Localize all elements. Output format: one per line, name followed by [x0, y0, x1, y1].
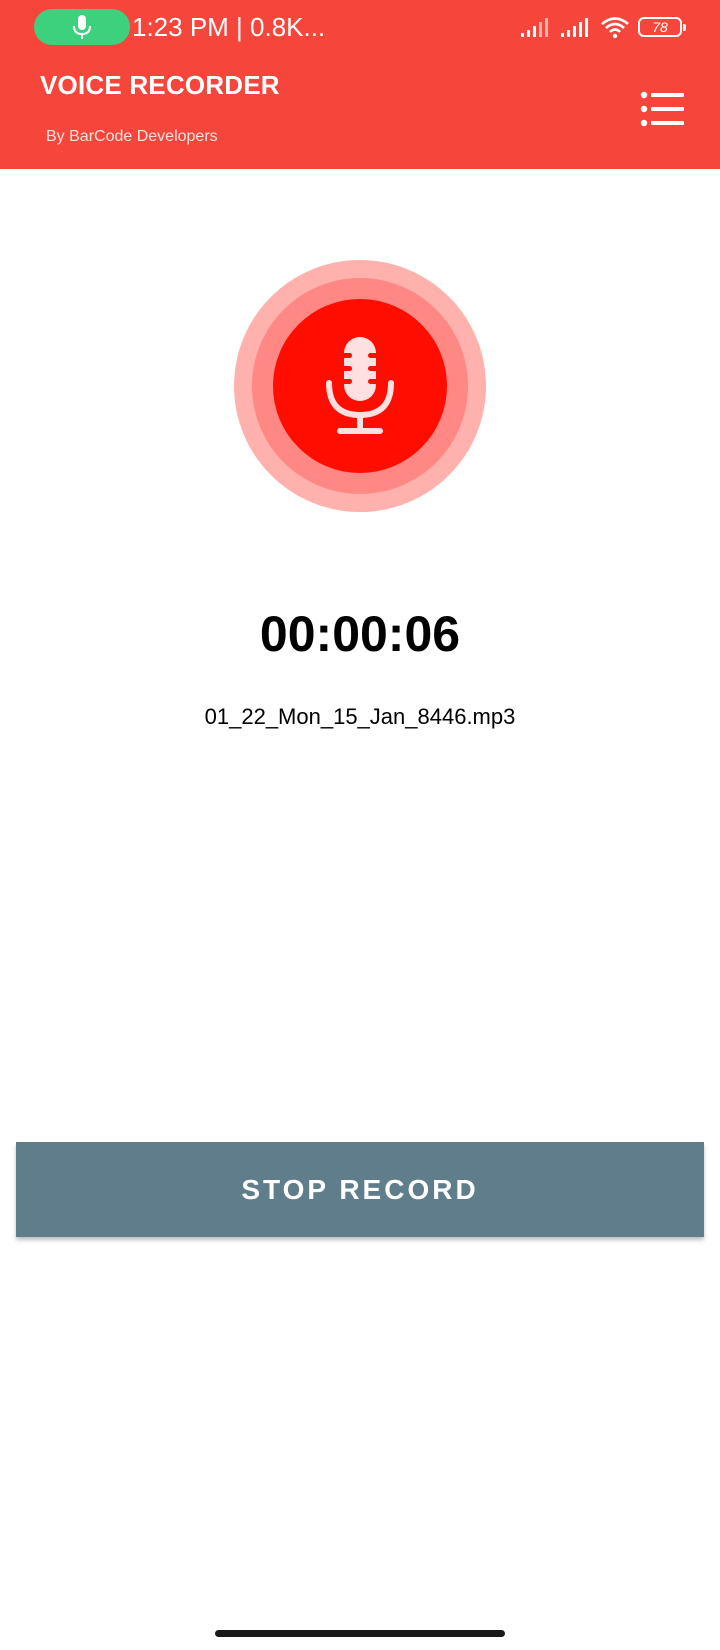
- battery-level: 78: [652, 19, 668, 35]
- list-menu-button[interactable]: [640, 90, 686, 128]
- status-icons: 78: [520, 12, 686, 42]
- recording-timer: 00:00:06: [259, 606, 461, 662]
- app-bar: 1:23 PM | 0.8K... 78 VOICE RECORDER By B…: [0, 0, 720, 169]
- battery-icon: 78: [638, 17, 686, 37]
- microphone-icon: [326, 337, 394, 434]
- signal-icon: [521, 18, 548, 37]
- microphone-icon: [73, 15, 91, 39]
- app-subtitle: By BarCode Developers: [46, 128, 218, 145]
- app-title: VOICE RECORDER: [40, 70, 280, 100]
- stop-record-button[interactable]: STOP RECORD: [16, 1142, 704, 1237]
- list-icon: [640, 91, 684, 127]
- status-time: 1:23 PM | 0.8K...: [132, 12, 326, 42]
- signal-icon: [561, 18, 588, 37]
- recording-status-pill[interactable]: [34, 9, 130, 45]
- record-button[interactable]: [273, 299, 447, 473]
- home-indicator[interactable]: [215, 1630, 505, 1637]
- wifi-icon: [601, 17, 629, 39]
- recording-filename: 01_22_Mon_15_Jan_8446.mp3: [204, 704, 516, 729]
